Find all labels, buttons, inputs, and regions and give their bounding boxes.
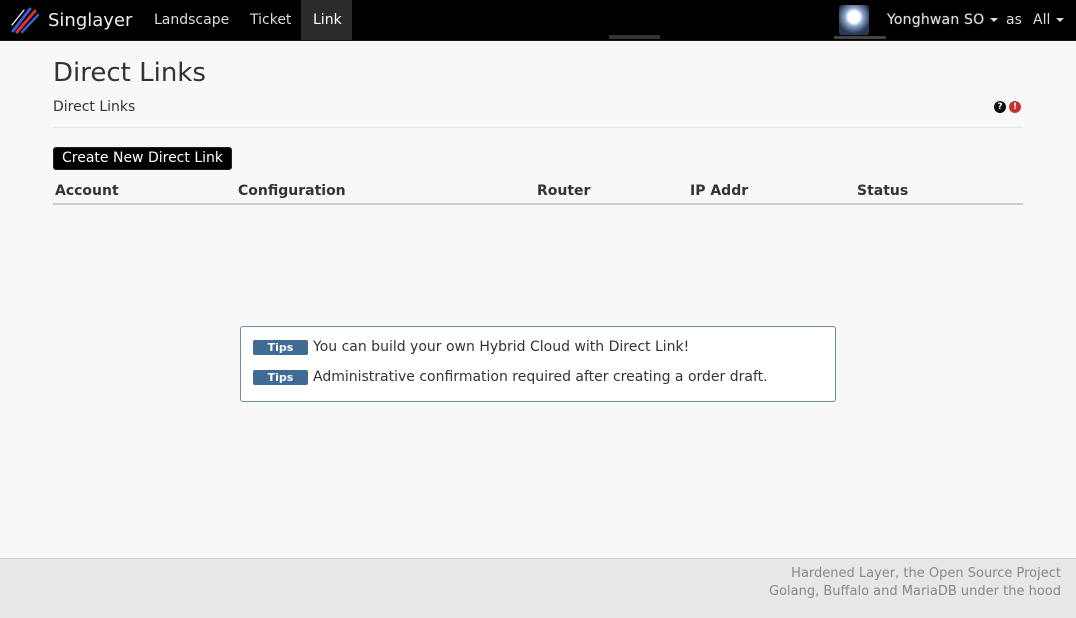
- tips-box: Tips You can build your own Hybrid Cloud…: [240, 326, 836, 402]
- user-name-dropdown[interactable]: Yonghwan SO: [887, 0, 999, 40]
- nav-item-link[interactable]: Link: [301, 0, 352, 40]
- links-table-header: Account Configuration Router IP Addr Sta…: [53, 181, 1023, 205]
- tips-badge: Tips: [253, 369, 308, 385]
- brand-link[interactable]: Singlayer: [10, 0, 132, 40]
- column-header-configuration[interactable]: Configuration: [238, 183, 346, 199]
- column-header-account[interactable]: Account: [55, 183, 119, 199]
- create-direct-link-button[interactable]: Create New Direct Link: [53, 147, 232, 170]
- page-subtitle: Direct Links: [53, 99, 136, 115]
- tip-text: You can build your own Hybrid Cloud with…: [313, 339, 690, 355]
- scope-label: All: [1033, 12, 1051, 28]
- question-circle-icon[interactable]: ?: [994, 101, 1006, 113]
- tip-row: Tips Administrative confirmation require…: [253, 369, 768, 385]
- tips-badge: Tips: [253, 339, 308, 355]
- nav-item-ticket[interactable]: Ticket: [238, 0, 303, 40]
- tip-row: Tips You can build your own Hybrid Cloud…: [253, 339, 689, 355]
- nav-item-landscape[interactable]: Landscape: [142, 0, 241, 40]
- help-icons: ? !: [994, 101, 1021, 113]
- exclamation-circle-icon[interactable]: !: [1009, 101, 1021, 113]
- page-title: Direct Links: [53, 58, 206, 88]
- column-header-router[interactable]: Router: [537, 183, 590, 199]
- scope-dropdown[interactable]: All: [1033, 0, 1065, 40]
- top-navbar: Singlayer Landscape Ticket Link Yonghwan…: [0, 0, 1076, 41]
- user-menu[interactable]: [839, 0, 869, 40]
- chevron-down-icon: [990, 18, 999, 22]
- chevron-down-icon: [1056, 18, 1065, 22]
- user-avatar: [839, 5, 869, 35]
- column-header-status[interactable]: Status: [857, 183, 908, 199]
- as-label: as: [1006, 12, 1022, 28]
- column-header-ip-addr[interactable]: IP Addr: [690, 183, 748, 199]
- footer: Hardened Layer, the Open Source Project …: [0, 558, 1076, 618]
- as-label-wrap: as: [1006, 0, 1022, 40]
- username: Yonghwan SO: [887, 12, 985, 28]
- footer-line-project: Hardened Layer, the Open Source Project: [791, 566, 1061, 581]
- avatar-underline: [834, 36, 886, 39]
- footer-line-stack: Golang, Buffalo and MariaDB under the ho…: [769, 584, 1061, 599]
- nav-indicator: [609, 35, 660, 39]
- brand-name: Singlayer: [48, 9, 133, 31]
- singlayer-logo-icon: [10, 5, 40, 35]
- header-divider: [53, 127, 1023, 128]
- tip-text: Administrative confirmation required aft…: [313, 369, 768, 385]
